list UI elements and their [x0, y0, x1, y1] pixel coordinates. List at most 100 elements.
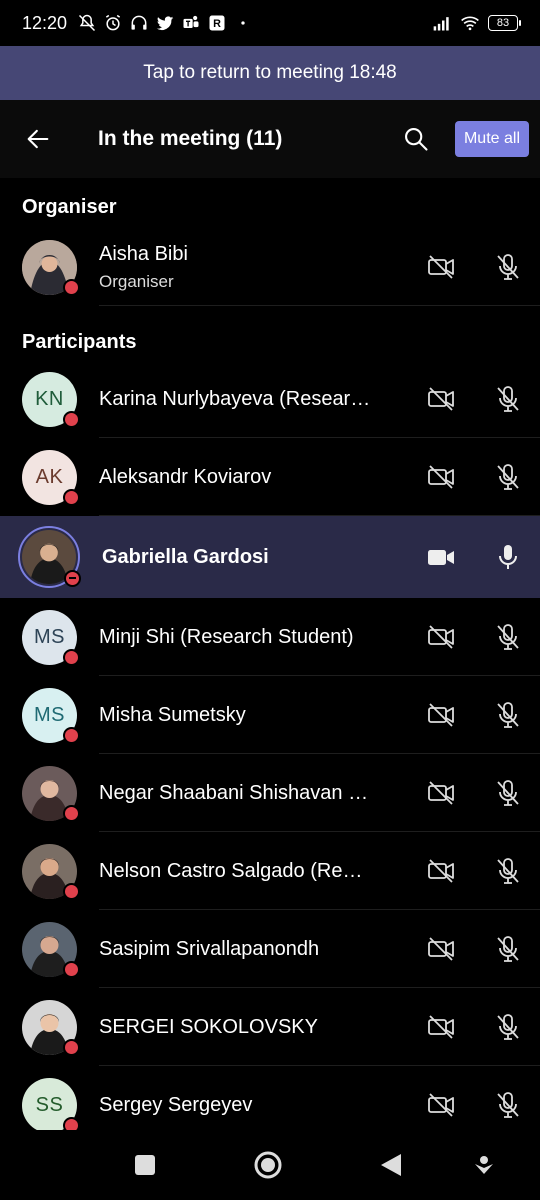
teams-icon [181, 13, 201, 33]
presence-busy-badge [63, 726, 80, 744]
presence-busy-badge [63, 804, 80, 822]
mic-off-icon [491, 1010, 525, 1044]
svg-text:R: R [213, 18, 221, 30]
assistant-icon[interactable] [464, 1145, 504, 1185]
participant-name: SERGEI SOKOLOVSKY [99, 1015, 318, 1038]
headphones-icon [129, 13, 149, 33]
status-left: 12:20 R [22, 13, 253, 34]
search-icon [405, 128, 428, 151]
status-time: 12:20 [22, 12, 68, 33]
avatar: MS [22, 609, 80, 666]
mute-icon [77, 13, 97, 33]
avatar-initials: SS [35, 1093, 64, 1116]
presence-dnd-badge [64, 570, 81, 587]
wifi-icon [460, 13, 480, 33]
participant-name: Gabriella Gardosi [102, 545, 269, 568]
mic-off-icon [491, 250, 525, 284]
home-circle-icon[interactable] [248, 1145, 288, 1185]
participant-row[interactable]: KN Karina Nurlybayeva (Resear… [0, 360, 540, 438]
avatar-initials: KN [35, 387, 64, 410]
page-title: In the meeting (11) [98, 127, 283, 150]
presence-busy-badge [63, 410, 80, 428]
avatar-initials: MS [34, 703, 65, 726]
video-off-icon [424, 1088, 458, 1122]
avatar [22, 921, 80, 978]
participant-name: Aisha Bibi [99, 242, 188, 265]
avatar: MS [22, 687, 80, 744]
mic-off-icon [491, 1088, 525, 1122]
avatar: KN [22, 371, 80, 428]
status-right: 83 [432, 13, 521, 33]
mic-on-icon [491, 540, 525, 574]
status-bar: 12:20 R 83 [0, 0, 540, 46]
header: In the meeting (11) Mute all [0, 100, 540, 178]
video-on-icon [424, 540, 458, 574]
participant-name: Sergey Sergeyev [99, 1093, 253, 1116]
presence-busy-badge [63, 648, 80, 666]
video-off-icon [424, 460, 458, 494]
participant-name: Nelson Castro Salgado (Re… [99, 859, 363, 882]
avatar [22, 843, 80, 900]
participant-row[interactable]: Gabriella Gardosi [0, 516, 540, 598]
mic-off-icon [491, 698, 525, 732]
participant-row[interactable]: MS Minji Shi (Research Student) [0, 598, 540, 676]
participant-row[interactable]: Negar Shaabani Shishavan … [0, 754, 540, 832]
video-off-icon [424, 932, 458, 966]
participants-list: KN Karina Nurlybayeva (Resear… AK Aleksandr… [0, 360, 540, 1144]
video-off-icon [424, 382, 458, 416]
avatar [22, 239, 80, 296]
video-off-icon [424, 620, 458, 654]
dot-icon [233, 13, 253, 33]
back-triangle-icon[interactable] [371, 1145, 411, 1185]
recents-square-icon[interactable] [125, 1145, 165, 1185]
participant-name: Sasipim Srivallapanondh [99, 937, 320, 960]
organiser-row[interactable]: Aisha Bibi Organiser [0, 228, 540, 306]
video-off-icon [424, 776, 458, 810]
mute-all-button[interactable]: Mute all [454, 121, 529, 157]
system-nav-bar [0, 1130, 540, 1200]
search-button[interactable] [396, 119, 436, 159]
participant-name-block: Minji Shi (Research Student) [99, 626, 540, 649]
video-off-icon [424, 1010, 458, 1044]
mic-off-icon [491, 382, 525, 416]
participant-name-block: SERGEI SOKOLOVSKY [99, 1016, 540, 1039]
back-button[interactable] [18, 119, 58, 159]
participant-name-block: Nelson Castro Salgado (Re… [99, 860, 540, 883]
arrow-left-icon [27, 129, 49, 149]
mic-off-icon [491, 620, 525, 654]
avatar [22, 765, 80, 822]
avatar [22, 999, 80, 1056]
avatar: SS [22, 1077, 80, 1134]
presence-busy-badge [63, 488, 80, 506]
r-app-icon: R [207, 13, 227, 33]
return-to-meeting-text: Tap to return to meeting 18:48 [143, 62, 397, 83]
presence-busy-badge [63, 960, 80, 978]
avatar-initials: MS [34, 625, 65, 648]
organiser-section-title: Organiser [22, 196, 117, 218]
return-to-meeting-banner[interactable]: Tap to return to meeting 18:48 [0, 46, 540, 100]
mic-off-icon [491, 854, 525, 888]
participant-row[interactable]: Sasipim Srivallapanondh [0, 910, 540, 988]
participant-role: Organiser [99, 271, 174, 291]
participant-row[interactable]: MS Misha Sumetsky [0, 676, 540, 754]
participant-name: Negar Shaabani Shishavan … [99, 781, 369, 804]
twitter-icon [155, 13, 175, 33]
participant-name-block: Misha Sumetsky [99, 704, 540, 727]
participant-name-block: Sergey Sergeyev [99, 1094, 540, 1117]
participant-name: Karina Nurlybayeva (Resear… [99, 387, 371, 410]
participant-name: Minji Shi (Research Student) [99, 625, 354, 648]
participant-name-block: Negar Shaabani Shishavan … [99, 782, 540, 805]
participant-name-block: Gabriella Gardosi [102, 546, 540, 569]
organiser-name-block: Aisha Bibi Organiser [99, 243, 540, 292]
avatar-initials: AK [35, 465, 64, 488]
mic-off-icon [491, 460, 525, 494]
participant-row[interactable]: AK Aleksandr Koviarov [0, 438, 540, 516]
participant-row[interactable]: Nelson Castro Salgado (Re… [0, 832, 540, 910]
presence-busy-badge [63, 882, 80, 900]
battery-icon: 83 [488, 15, 521, 31]
participant-name-block: Sasipim Srivallapanondh [99, 938, 540, 961]
mic-off-icon [491, 932, 525, 966]
participant-row[interactable]: SERGEI SOKOLOVSKY [0, 988, 540, 1066]
participant-name: Aleksandr Koviarov [99, 465, 272, 488]
presence-busy-badge [63, 278, 80, 296]
